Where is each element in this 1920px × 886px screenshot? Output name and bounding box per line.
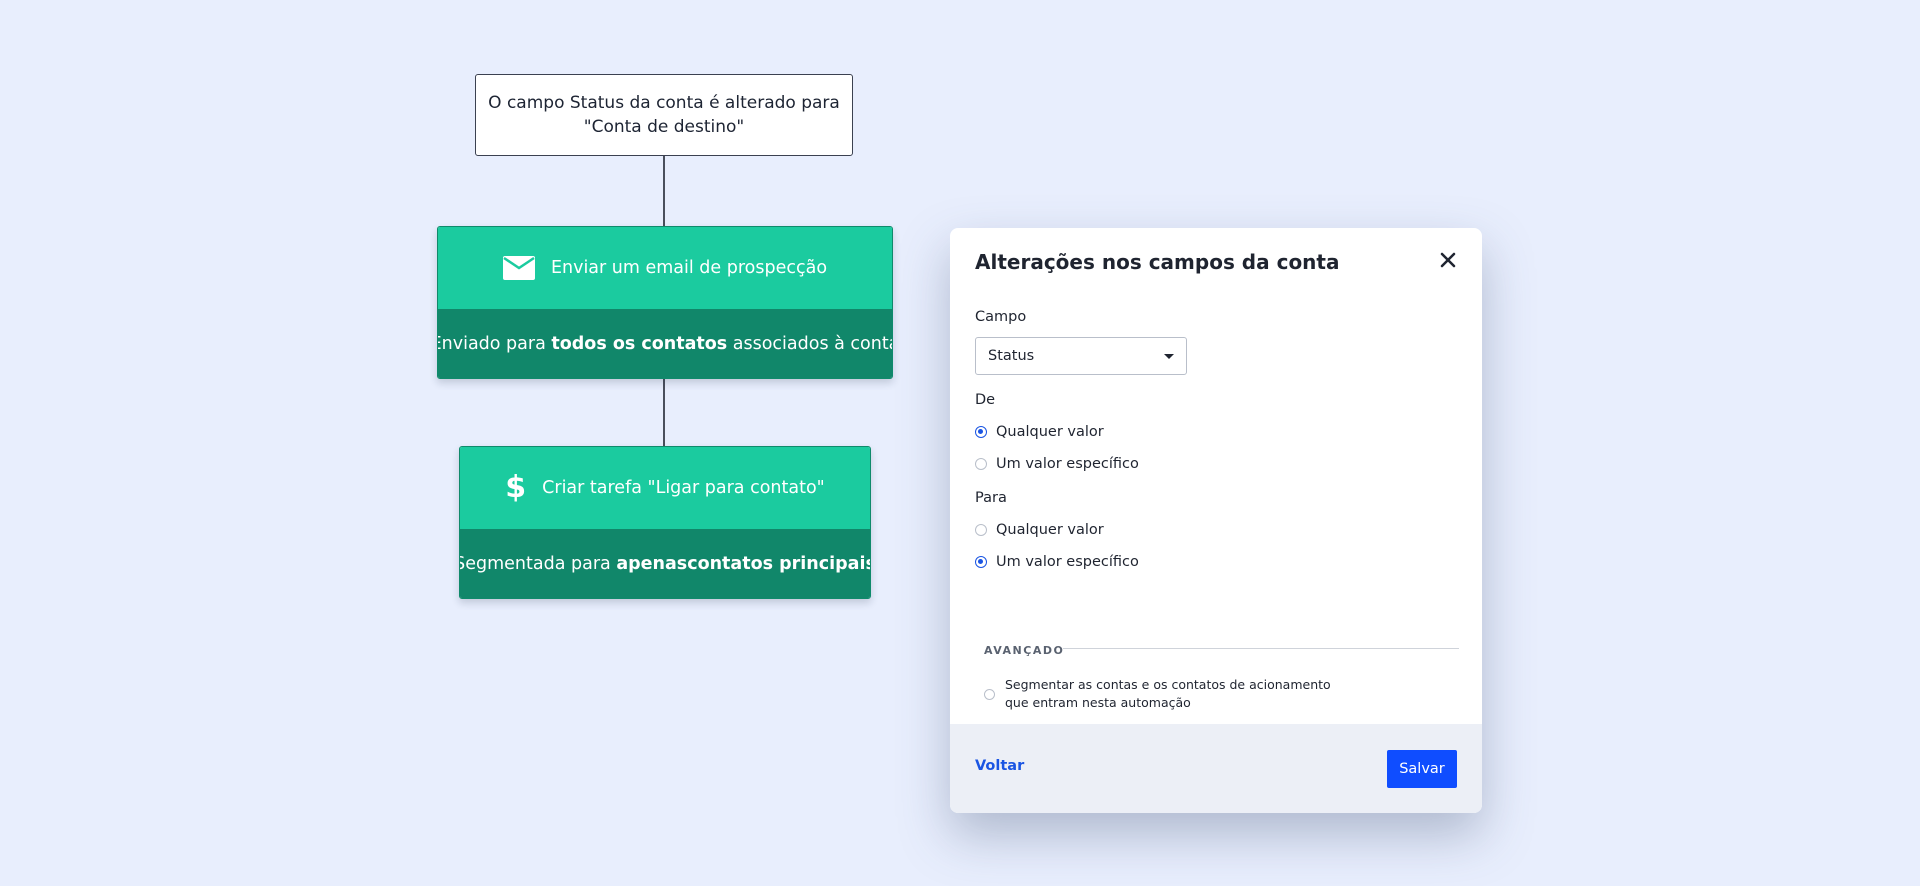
para-label: Para: [975, 490, 1007, 506]
segment-option[interactable]: Segmentar as contas e os contatos de aci…: [984, 676, 1331, 712]
modal-footer: Voltar Salvar: [950, 724, 1482, 813]
field-changes-modal: Alterações nos campos da conta Campo Sta…: [950, 228, 1482, 813]
segment-option-label: Segmentar as contas e os contatos de aci…: [1005, 677, 1331, 710]
task-action-description: Segmentada para apenascontatos principai…: [460, 529, 870, 598]
de-option-specific[interactable]: Um valor específico: [975, 456, 1139, 472]
radio-button[interactable]: [975, 458, 987, 470]
email-action-title: Enviar um email de prospecção: [550, 258, 828, 278]
close-icon[interactable]: [1436, 248, 1460, 272]
modal-title: Alterações nos campos da conta: [975, 250, 1340, 274]
radio-button[interactable]: [975, 556, 987, 568]
trigger-node[interactable]: O campo Status da conta é alterado para …: [475, 74, 853, 156]
flow-connector: [663, 379, 665, 446]
dollar-icon: $: [505, 470, 527, 505]
save-button[interactable]: Salvar: [1387, 750, 1457, 788]
campo-label: Campo: [975, 309, 1027, 325]
trigger-text: O campo Status da conta é alterado para …: [488, 93, 840, 137]
advanced-section-label: AVANÇADO: [984, 644, 1065, 657]
radio-button[interactable]: [975, 426, 987, 438]
task-action-node[interactable]: $ Criar tarefa "Ligar para contato" Segm…: [459, 446, 871, 599]
checkbox[interactable]: [984, 688, 995, 700]
de-option-any[interactable]: Qualquer valor: [975, 424, 1104, 440]
email-action-description: Enviado para todos os contatos associado…: [438, 309, 892, 378]
email-action-node[interactable]: Enviar um email de prospecção Enviado pa…: [437, 226, 893, 379]
chevron-down-icon: [1164, 354, 1174, 359]
para-option-specific[interactable]: Um valor específico: [975, 554, 1139, 570]
advanced-divider: [1063, 648, 1459, 649]
campo-select-value: Status: [988, 348, 1035, 364]
task-action-header: $ Criar tarefa "Ligar para contato": [460, 447, 870, 529]
para-option-any[interactable]: Qualquer valor: [975, 522, 1104, 538]
envelope-icon: [502, 256, 535, 280]
email-action-header: Enviar um email de prospecção: [438, 227, 892, 309]
de-label: De: [975, 392, 996, 408]
back-button[interactable]: Voltar: [975, 758, 1024, 774]
radio-button[interactable]: [975, 524, 987, 536]
flow-connector: [663, 156, 665, 226]
campo-select[interactable]: Status: [975, 337, 1187, 375]
task-action-title: Criar tarefa "Ligar para contato": [542, 478, 825, 498]
